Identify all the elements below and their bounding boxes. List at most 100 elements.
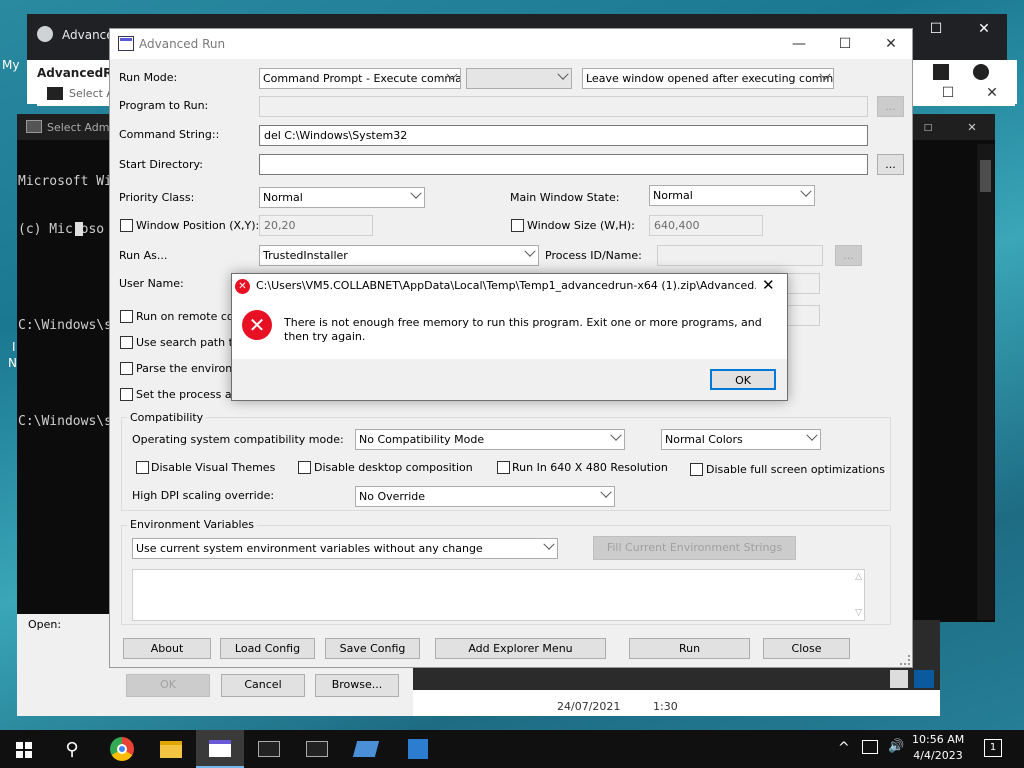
maximize-icon[interactable]: ☐	[925, 78, 971, 108]
process-id-label: Process ID/Name:	[545, 249, 642, 262]
ok-button[interactable]: OK	[710, 369, 776, 390]
scrollbar-thumb[interactable]	[980, 160, 991, 192]
disable-composition-checkbox[interactable]	[298, 461, 311, 474]
run-dialog-controls: ☐ ✕	[905, 80, 1015, 106]
window-option-select[interactable]: Leave window opened after executing comm…	[582, 68, 834, 89]
cmd-output: Microsoft Wi (c) Microso C:\Windows\s C:…	[18, 142, 112, 462]
environment-textarea[interactable]: △ ▽	[132, 569, 865, 621]
about-button[interactable]: About	[123, 638, 211, 659]
search-path-checkbox[interactable]	[120, 336, 133, 349]
view-icon[interactable]	[914, 670, 934, 688]
cancel-button[interactable]: Cancel	[221, 674, 305, 697]
add-explorer-menu-button[interactable]: Add Explorer Menu	[435, 638, 606, 659]
environment-select[interactable]: Use current system environment variables…	[132, 538, 558, 559]
chevron-down-icon[interactable]: ▽	[855, 608, 862, 618]
start-directory-input[interactable]	[259, 154, 868, 175]
command-label: Command String::	[119, 128, 220, 141]
process-id-input[interactable]	[657, 245, 823, 266]
start-directory-label: Start Directory:	[119, 158, 203, 171]
close-icon[interactable]: ✕	[868, 29, 914, 59]
chevron-down-icon	[543, 539, 555, 550]
process-browse-button[interactable]: ...	[835, 245, 862, 266]
taskbar: ⚲ ^ 🔊 10:56 AM 4/4/2023 1	[0, 730, 1024, 768]
window-position-label: Window Position (X,Y):	[136, 219, 260, 232]
run-as-select[interactable]: TrustedInstaller	[259, 245, 539, 266]
window-position-checkbox[interactable]	[120, 219, 133, 232]
close-icon[interactable]: ✕	[961, 14, 1007, 44]
dpi-select[interactable]: No Override	[355, 486, 615, 507]
run-mode-select[interactable]: Command Prompt - Execute command	[259, 68, 461, 89]
chevron-up-icon[interactable]: ^	[838, 740, 850, 756]
fill-env-button[interactable]: Fill Current Environment Strings	[593, 536, 796, 560]
minimize-icon[interactable]: —	[776, 29, 822, 59]
cmd-icon[interactable]	[245, 730, 293, 768]
view-icon[interactable]	[890, 670, 908, 688]
disable-fullscreen-checkbox[interactable]	[690, 463, 703, 476]
disable-themes-checkbox[interactable]	[136, 461, 149, 474]
close-icon[interactable]: ✕	[969, 78, 1015, 108]
maximize-icon[interactable]: ☐	[822, 29, 868, 59]
window-position-input[interactable]: 20,20	[259, 215, 373, 236]
window-size-checkbox[interactable]	[511, 219, 524, 232]
priority-select[interactable]: Normal	[259, 187, 425, 208]
close-button[interactable]: Close	[763, 638, 850, 659]
chevron-up-icon[interactable]: △	[855, 572, 862, 582]
run-640-checkbox[interactable]	[497, 461, 510, 474]
file-explorer-icon[interactable]	[147, 730, 195, 768]
window-option-value: Leave window opened after executing comm…	[586, 72, 834, 85]
windows-start-icon[interactable]	[0, 730, 48, 768]
advancedrun-icon[interactable]	[196, 730, 244, 768]
browse-button[interactable]: Browse...	[315, 674, 399, 697]
compatibility-group-label: Compatibility	[127, 411, 207, 424]
chrome-icon[interactable]	[98, 730, 146, 768]
run-as-label: Run As...	[119, 249, 168, 262]
chevron-down-icon	[806, 430, 818, 441]
main-window-state-select[interactable]: Normal	[649, 185, 815, 206]
chevron-down-icon	[410, 188, 422, 199]
load-config-button[interactable]: Load Config	[220, 638, 315, 659]
ok-button[interactable]: OK	[126, 674, 210, 697]
save-config-button[interactable]: Save Config	[325, 638, 420, 659]
clock-time[interactable]: 10:56 AM	[912, 733, 964, 746]
close-icon[interactable]: ✕	[762, 276, 775, 294]
network-icon[interactable]	[862, 740, 878, 754]
resize-grip-icon[interactable]	[900, 655, 910, 665]
priority-label: Priority Class:	[119, 191, 195, 204]
colors-select[interactable]: Normal Colors	[661, 429, 821, 450]
notification-icon[interactable]: 1	[984, 739, 1002, 757]
error-dialog-footer: OK	[232, 359, 787, 400]
run-as-value: TrustedInstaller	[263, 249, 348, 262]
error-message: There is not enough free memory to run t…	[284, 316, 762, 343]
clock-date[interactable]: 4/4/2023	[912, 749, 964, 762]
compat-mode-select[interactable]: No Compatibility Mode	[355, 429, 625, 450]
disable-composition-label: Disable desktop composition	[314, 461, 473, 474]
scrollbar[interactable]	[977, 144, 994, 620]
run-icon[interactable]	[342, 730, 390, 768]
main-window-state-label: Main Window State:	[510, 191, 620, 204]
parse-env-checkbox[interactable]	[120, 362, 133, 375]
maximize-icon[interactable]: ☐	[913, 14, 959, 44]
browser-tab-label[interactable]: Advance	[62, 28, 114, 42]
search-icon[interactable]: ⚲	[48, 730, 96, 768]
affinity-checkbox[interactable]	[120, 388, 133, 401]
registry-icon[interactable]	[394, 730, 442, 768]
error-dialog-title: C:\Users\VM5.COLLABNET\AppData\Local\Tem…	[256, 279, 756, 292]
program-input[interactable]	[259, 96, 868, 117]
start-directory-browse-button[interactable]: ...	[877, 154, 904, 175]
cmd-line: Microsoft Wi	[18, 174, 112, 189]
remote-checkbox[interactable]	[120, 310, 133, 323]
run-button[interactable]: Run	[629, 638, 750, 659]
program-browse-button[interactable]: ...	[877, 96, 904, 117]
close-icon[interactable]: ✕	[949, 112, 995, 142]
advancedrun-icon	[118, 36, 134, 51]
run-mode-label: Run Mode:	[119, 71, 178, 84]
secondary-select[interactable]	[466, 68, 572, 89]
desktop-label: N	[8, 356, 17, 370]
window-size-input[interactable]: 640,400	[649, 215, 763, 236]
command-input[interactable]: del C:\Windows\System32	[259, 125, 868, 146]
cmd-icon[interactable]	[293, 730, 341, 768]
open-label: Open:	[28, 618, 62, 631]
run-mode-value: Command Prompt - Execute command	[263, 72, 461, 85]
volume-icon[interactable]: 🔊	[888, 739, 904, 754]
disable-themes-label: Disable Visual Themes	[151, 461, 276, 474]
